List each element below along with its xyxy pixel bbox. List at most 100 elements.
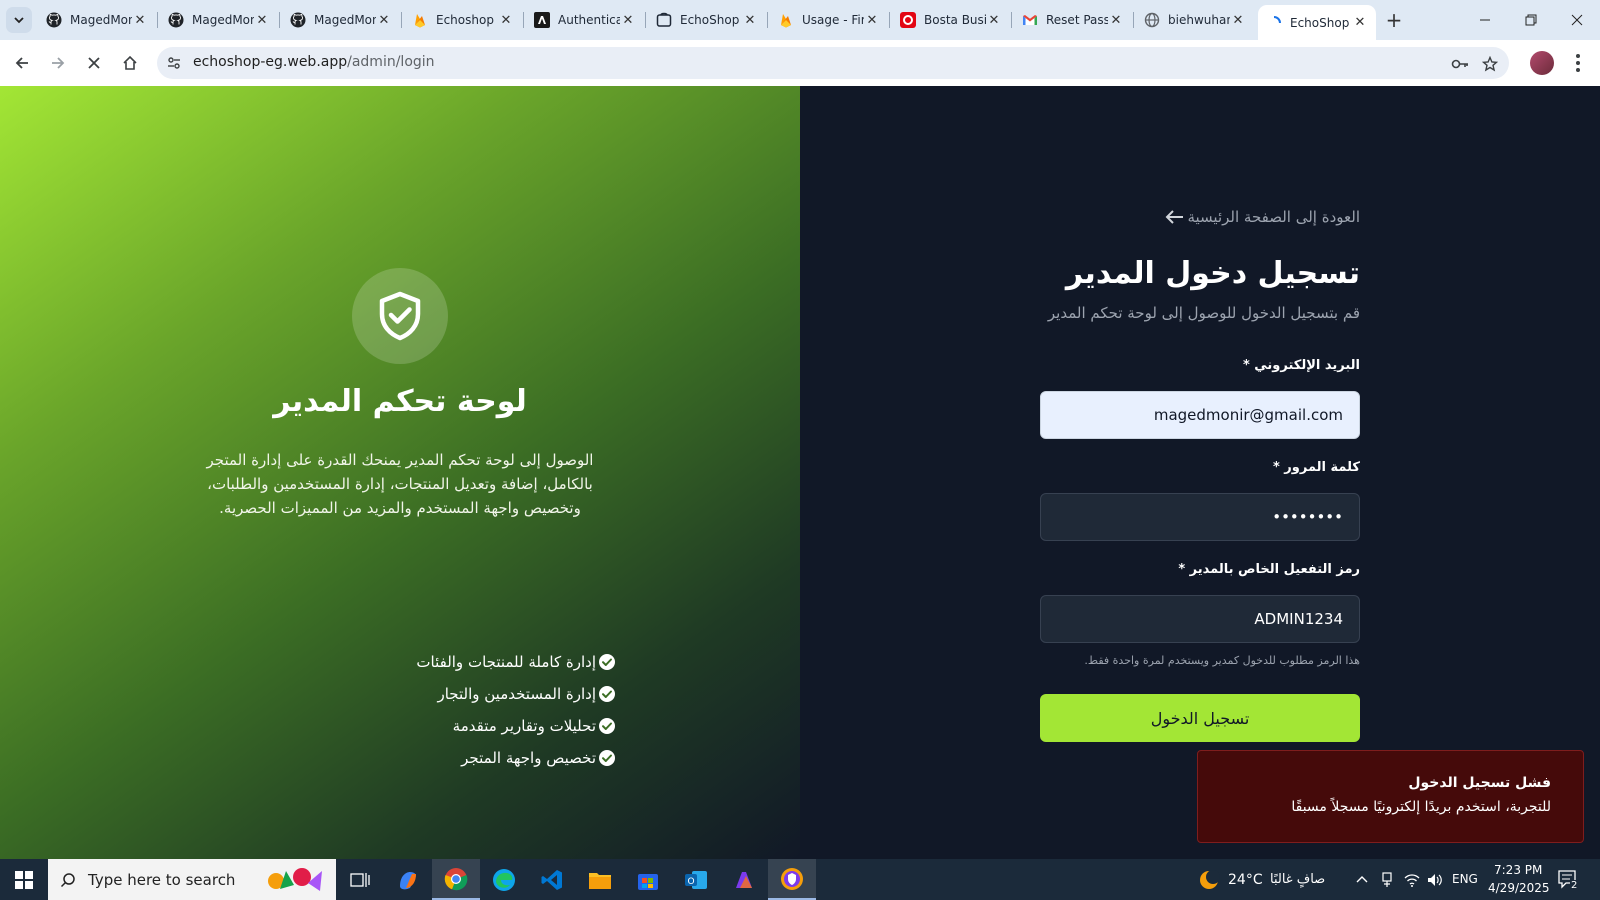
windows-taskbar: Type here to search O 24°C صافٍ غالبًا E… [0, 859, 1600, 900]
email-field[interactable] [1040, 391, 1360, 439]
feature-label: إدارة كاملة للمنتجات والفئات [416, 653, 596, 671]
wifi-icon[interactable] [1404, 873, 1420, 887]
github-icon [290, 12, 306, 28]
toast-message: للتجربة، استخدم بريدًا إلكترونيًا مسجلاً… [1291, 799, 1551, 815]
url-path: /admin/login [347, 54, 435, 70]
tab-close-icon[interactable]: ✕ [742, 12, 758, 28]
taskbar-search-box[interactable]: Type here to search [48, 859, 336, 900]
panel-description: الوصول إلى لوحة تحكم المدير يمنحك القدرة… [206, 451, 594, 517]
copilot-taskbar-icon[interactable] [384, 859, 432, 900]
admin-code-label: رمز التفعيل الخاص بالمدير * [1178, 562, 1360, 577]
firebase-icon [778, 12, 794, 28]
browser-tab[interactable]: MagedMonir✕ [282, 6, 400, 34]
new-tab-button[interactable]: + [1383, 9, 1405, 31]
password-label: كلمة المرور * [1272, 460, 1360, 475]
browser-tab[interactable]: EchoShop ✕ [1258, 5, 1376, 40]
tab-close-icon[interactable]: ✕ [1230, 12, 1246, 28]
password-key-icon[interactable] [1449, 53, 1471, 75]
check-circle-icon [599, 654, 615, 670]
m365-taskbar-icon[interactable] [720, 859, 768, 900]
browser-tab[interactable]: MagedMonir✕ [160, 6, 278, 34]
volume-icon[interactable] [1427, 873, 1443, 887]
loading-icon [1266, 15, 1282, 31]
tab-close-icon[interactable]: ✕ [498, 12, 514, 28]
language-indicator[interactable]: ENG [1452, 872, 1478, 886]
tab-close-icon[interactable]: ✕ [620, 12, 636, 28]
check-circle-icon [599, 686, 615, 702]
feature-label: تحليلات وتقارير متقدمة [452, 717, 596, 735]
site-info-icon[interactable] [163, 52, 185, 74]
browser-tab[interactable]: Bosta Business✕ [892, 6, 1010, 34]
firebase-icon [412, 12, 428, 28]
tab-close-icon[interactable]: ✕ [1108, 12, 1124, 28]
tab-separator [645, 12, 646, 28]
edge-taskbar-icon[interactable] [480, 859, 528, 900]
toast-title: فشل تسجيل الدخول [1408, 775, 1551, 791]
outlook-taskbar-icon[interactable]: O [672, 859, 720, 900]
tab-separator [523, 12, 524, 28]
login-title: تسجيل دخول المدير [1065, 256, 1360, 291]
forward-button[interactable] [44, 49, 72, 77]
tab-close-icon[interactable]: ✕ [254, 12, 270, 28]
feature-item: إدارة كاملة للمنتجات والفئات [330, 646, 616, 678]
tab-close-icon[interactable]: ✕ [1352, 15, 1368, 31]
clock-date[interactable]: 4/29/2025 [1488, 881, 1550, 895]
browser-tab[interactable]: Usage - Firebase✕ [770, 6, 888, 34]
browser-menu-button[interactable] [1568, 49, 1588, 77]
show-hidden-icons-icon[interactable] [1356, 874, 1368, 886]
close-window-button[interactable] [1554, 0, 1600, 40]
url-host: echoshop-eg.web.app [193, 54, 348, 70]
admin-code-field[interactable] [1040, 595, 1360, 643]
tab-separator [401, 12, 402, 28]
store-taskbar-icon[interactable] [624, 859, 672, 900]
password-field[interactable] [1040, 493, 1360, 541]
browser-tab[interactable]: EchoShop ✕ [648, 6, 766, 34]
browser-tab[interactable]: biehwuhan ✕ [1136, 6, 1254, 34]
tab-separator [279, 12, 280, 28]
start-button[interactable] [0, 859, 48, 900]
tab-close-icon[interactable]: ✕ [986, 12, 1002, 28]
tab-close-icon[interactable]: ✕ [376, 12, 392, 28]
login-subtitle: قم بتسجيل الدخول للوصول إلى لوحة تحكم ال… [1047, 304, 1360, 322]
browser-tab[interactable]: Authentication✕ [526, 6, 644, 34]
bosta-icon [900, 12, 916, 28]
clock-time[interactable]: 7:23 PM [1494, 863, 1542, 877]
login-submit-button[interactable]: تسجيل الدخول [1040, 694, 1360, 742]
tab-title: MagedMonir [192, 13, 254, 27]
tab-close-icon[interactable]: ✕ [132, 12, 148, 28]
usb-device-icon[interactable] [1380, 872, 1394, 888]
panel-title: لوحة تحكم المدير [273, 384, 527, 419]
tab-search-button[interactable] [6, 7, 32, 33]
search-highlight-illustration-icon [268, 868, 322, 891]
bookmark-star-icon[interactable] [1479, 53, 1501, 75]
stop-loading-button[interactable] [80, 49, 108, 77]
check-circle-icon [599, 750, 615, 766]
file-explorer-taskbar-icon[interactable] [576, 859, 624, 900]
chevron-down-icon [14, 17, 24, 24]
arrow-right-icon [52, 57, 65, 69]
search-icon [60, 872, 75, 887]
address-bar[interactable]: echoshop-eg.web.app/admin/login [157, 47, 1509, 79]
shield-check-icon [379, 291, 421, 341]
back-button[interactable] [8, 49, 36, 77]
browser-tab[interactable]: Echoshop ✕ [404, 6, 522, 34]
profile-avatar[interactable] [1530, 51, 1554, 75]
vpn-app-taskbar-icon[interactable] [768, 859, 816, 900]
home-button[interactable] [116, 49, 144, 77]
browser-tab[interactable]: MagedMonir✕ [38, 6, 156, 34]
chrome-taskbar-icon[interactable] [432, 859, 480, 900]
home-icon [123, 55, 137, 70]
restore-button[interactable] [1508, 0, 1554, 40]
gmail-icon [1022, 12, 1038, 28]
vscode-taskbar-icon[interactable] [528, 859, 576, 900]
tab-close-icon[interactable]: ✕ [864, 12, 880, 28]
error-toast[interactable]: فشل تسجيل الدخول للتجربة، استخدم بريدًا … [1197, 750, 1584, 843]
tab-title: EchoShop [680, 13, 740, 27]
tab-title: Authentication [558, 13, 620, 27]
weather-temperature: 24°C [1228, 872, 1263, 888]
task-view-button[interactable] [336, 859, 384, 900]
tab-title: Reset Password [1046, 13, 1108, 27]
back-to-home-link[interactable]: العودة إلى الصفحة الرئيسية [1130, 208, 1360, 226]
minimize-button[interactable] [1462, 0, 1508, 40]
browser-tab[interactable]: Reset Password✕ [1014, 6, 1132, 34]
